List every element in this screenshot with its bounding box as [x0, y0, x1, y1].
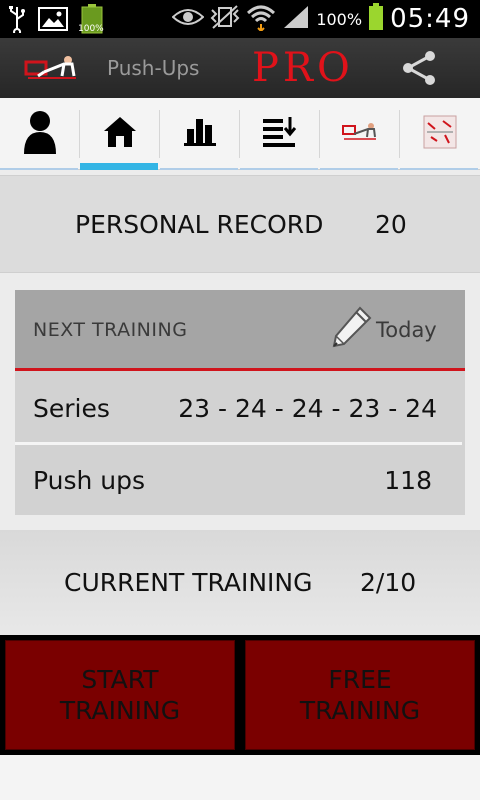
current-training-label: CURRENT TRAINING — [64, 568, 313, 597]
battery-status-icon: 100% — [78, 4, 104, 38]
gallery-icon — [38, 6, 68, 36]
pencil-edit-icon[interactable] — [330, 306, 372, 354]
start-training-button[interactable]: START TRAINING — [5, 640, 235, 750]
person-icon — [22, 110, 58, 158]
app-title: Push-Ups — [107, 56, 200, 80]
personal-record-panel: PERSONAL RECORD 20 — [0, 175, 480, 273]
battery-small-text: 100% — [78, 24, 104, 34]
tab-pushup[interactable] — [320, 98, 400, 170]
pushup-figure-icon — [342, 121, 378, 147]
next-training-label: NEXT TRAINING — [33, 319, 188, 341]
sort-download-icon — [263, 117, 297, 151]
vibrate-icon — [210, 4, 240, 34]
eye-icon — [171, 6, 205, 32]
tab-sort[interactable] — [240, 98, 320, 170]
app-logo-icon[interactable] — [24, 52, 80, 88]
personal-record-value: 20 — [375, 210, 407, 239]
pushups-label: Push ups — [33, 466, 146, 495]
tab-calendar[interactable] — [400, 98, 480, 170]
action-buttons-bar: START TRAINING FREE TRAINING — [0, 635, 480, 755]
pro-badge: PRO — [252, 45, 354, 91]
current-training-panel: CURRENT TRAINING 2/10 — [0, 530, 480, 635]
tab-stats[interactable] — [160, 98, 240, 170]
next-training-date: Today — [376, 318, 437, 342]
next-training-card: NEXT TRAINING Today Series 23 - 24 - 24 … — [15, 290, 465, 515]
bottom-area — [0, 755, 480, 800]
tab-profile[interactable] — [0, 98, 80, 170]
wifi-icon — [246, 3, 276, 35]
bar-chart-icon — [184, 117, 216, 151]
pushups-value: 118 — [384, 466, 432, 495]
home-icon — [103, 116, 137, 152]
action-bar: Push-Ups PRO — [0, 38, 480, 98]
pushups-row: Push ups 118 — [15, 446, 465, 516]
calendar-icon — [423, 115, 457, 153]
personal-record-label: PERSONAL RECORD — [75, 210, 324, 239]
series-value: 23 - 24 - 24 - 23 - 24 — [178, 394, 437, 423]
battery-percent: 100% — [316, 9, 363, 29]
series-label: Series — [33, 394, 110, 423]
usb-icon — [8, 5, 26, 37]
next-training-header: NEXT TRAINING Today — [15, 290, 465, 371]
clock: 05:49 — [390, 4, 470, 34]
battery-icon — [368, 3, 384, 35]
signal-icon — [282, 4, 310, 34]
tab-home[interactable] — [80, 98, 160, 170]
current-training-value: 2/10 — [360, 568, 417, 597]
status-bar: 100% 100% 05:49 — [0, 0, 480, 38]
row-divider — [15, 442, 462, 445]
series-row: Series 23 - 24 - 24 - 23 - 24 — [15, 374, 465, 444]
share-icon[interactable] — [400, 50, 440, 90]
free-training-button[interactable]: FREE TRAINING — [245, 640, 475, 750]
tab-bar — [0, 98, 480, 170]
